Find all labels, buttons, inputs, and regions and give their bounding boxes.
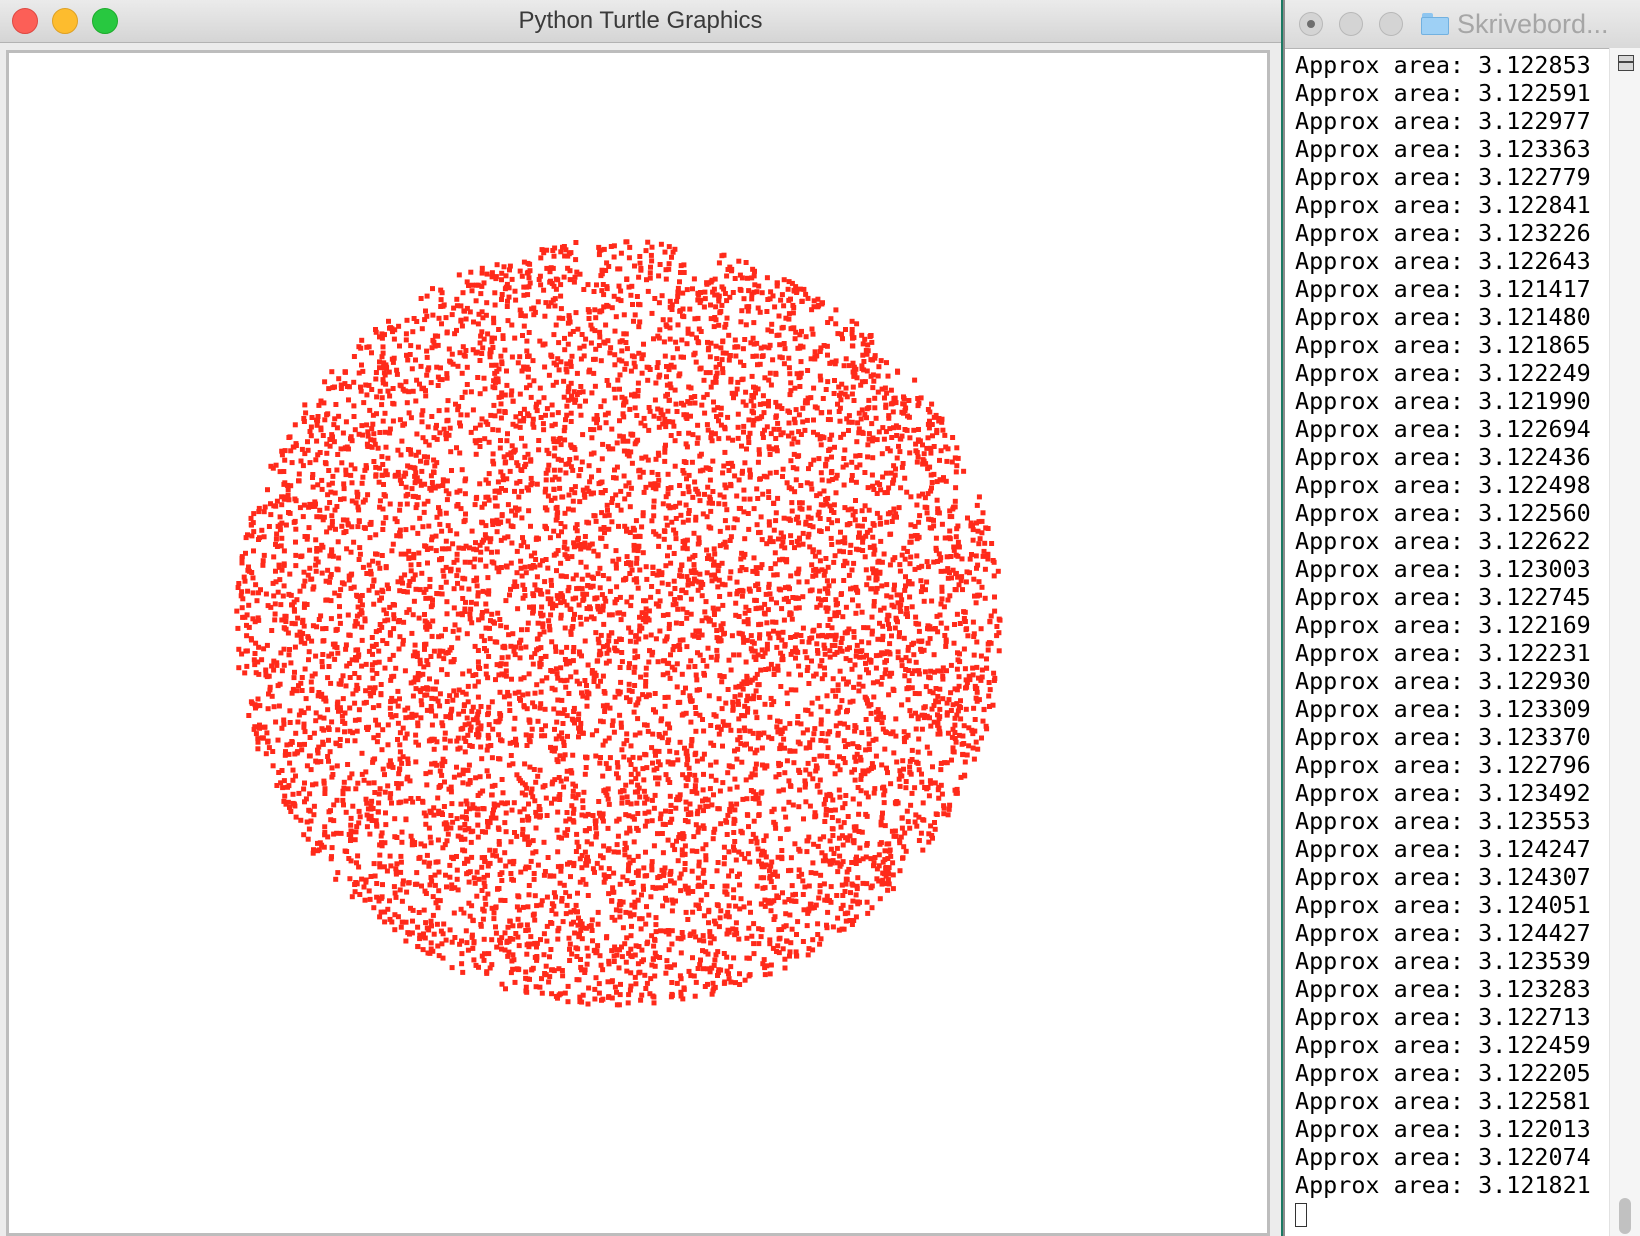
terminal-line: Approx area: 3.124051 [1295, 891, 1591, 919]
terminal-line: Approx area: 3.122622 [1295, 527, 1591, 555]
terminal-line: Approx area: 3.122713 [1295, 1003, 1591, 1031]
terminal-line: Approx area: 3.121990 [1295, 387, 1591, 415]
minimize-button[interactable] [1339, 12, 1363, 36]
terminal-line: Approx area: 3.122930 [1295, 667, 1591, 695]
terminal-line: Approx area: 3.123226 [1295, 219, 1591, 247]
terminal-scrollbar[interactable] [1609, 48, 1640, 1236]
terminal-line: Approx area: 3.122977 [1295, 107, 1591, 135]
terminal-line: Approx area: 3.121821 [1295, 1171, 1591, 1199]
terminal-title: Skrivebord... [1457, 9, 1609, 39]
dot-cluster [234, 239, 1003, 1008]
terminal-line: Approx area: 3.124427 [1295, 919, 1591, 947]
terminal-line: Approx area: 3.124247 [1295, 835, 1591, 863]
text-cursor [1295, 1202, 1307, 1227]
terminal-line: Approx area: 3.122560 [1295, 499, 1591, 527]
terminal-titlebar[interactable]: Skrivebord... [1285, 0, 1640, 49]
turtle-window-titlebar[interactable]: Python Turtle Graphics [0, 0, 1281, 43]
terminal-line: Approx area: 3.124307 [1295, 863, 1591, 891]
close-button[interactable] [1299, 12, 1323, 36]
turtle-window-title: Python Turtle Graphics [518, 7, 763, 34]
terminal-line: Approx area: 3.122581 [1295, 1087, 1591, 1115]
folder-icon [1421, 13, 1449, 35]
terminal-line: Approx area: 3.121417 [1295, 275, 1591, 303]
terminal-line: Approx area: 3.123539 [1295, 947, 1591, 975]
scroll-thumb[interactable] [1619, 1198, 1631, 1234]
terminal-line: Approx area: 3.122796 [1295, 751, 1591, 779]
terminal-line: Approx area: 3.123309 [1295, 695, 1591, 723]
terminal-line: Approx area: 3.123003 [1295, 555, 1591, 583]
terminal-line: Approx area: 3.123553 [1295, 807, 1591, 835]
terminal-line: Approx area: 3.122841 [1295, 191, 1591, 219]
terminal-line: Approx area: 3.121865 [1295, 331, 1591, 359]
terminal-line: Approx area: 3.122169 [1295, 611, 1591, 639]
zoom-button[interactable] [1379, 12, 1403, 36]
terminal-line: Approx area: 3.122074 [1295, 1143, 1591, 1171]
turtle-graphics-window: Python Turtle Graphics [0, 0, 1281, 1236]
split-pane-icon[interactable] [1618, 55, 1634, 71]
terminal-window: Skrivebord... Approx area: 3.122853 Appro… [1283, 0, 1640, 1236]
terminal-line: Approx area: 3.122013 [1295, 1115, 1591, 1143]
turtle-canvas[interactable] [6, 50, 1270, 1236]
terminal-line: Approx area: 3.123283 [1295, 975, 1591, 1003]
terminal-prompt-line [1295, 1199, 1595, 1227]
terminal-line: Approx area: 3.123370 [1295, 723, 1591, 751]
terminal-line: Approx area: 3.122745 [1295, 583, 1591, 611]
terminal-line: Approx area: 3.122231 [1295, 639, 1591, 667]
terminal-line: Approx area: 3.123363 [1295, 135, 1591, 163]
terminal-line: Approx area: 3.122249 [1295, 359, 1591, 387]
terminal-line: Approx area: 3.122591 [1295, 79, 1591, 107]
terminal-line: Approx area: 3.122643 [1295, 247, 1591, 275]
terminal-line: Approx area: 3.122779 [1295, 163, 1591, 191]
terminal-line: Approx area: 3.122498 [1295, 471, 1591, 499]
terminal-line: Approx area: 3.122853 [1295, 51, 1591, 79]
terminal-line: Approx area: 3.121480 [1295, 303, 1591, 331]
terminal-line: Approx area: 3.122694 [1295, 415, 1591, 443]
terminal-line: Approx area: 3.123492 [1295, 779, 1591, 807]
terminal-line: Approx area: 3.122436 [1295, 443, 1591, 471]
monte-carlo-dots [234, 239, 1003, 1008]
terminal-line: Approx area: 3.122459 [1295, 1031, 1591, 1059]
terminal-line: Approx area: 3.122205 [1295, 1059, 1591, 1087]
terminal-output[interactable]: Approx area: 3.122853 Approx area: 3.1225… [1295, 51, 1595, 1227]
